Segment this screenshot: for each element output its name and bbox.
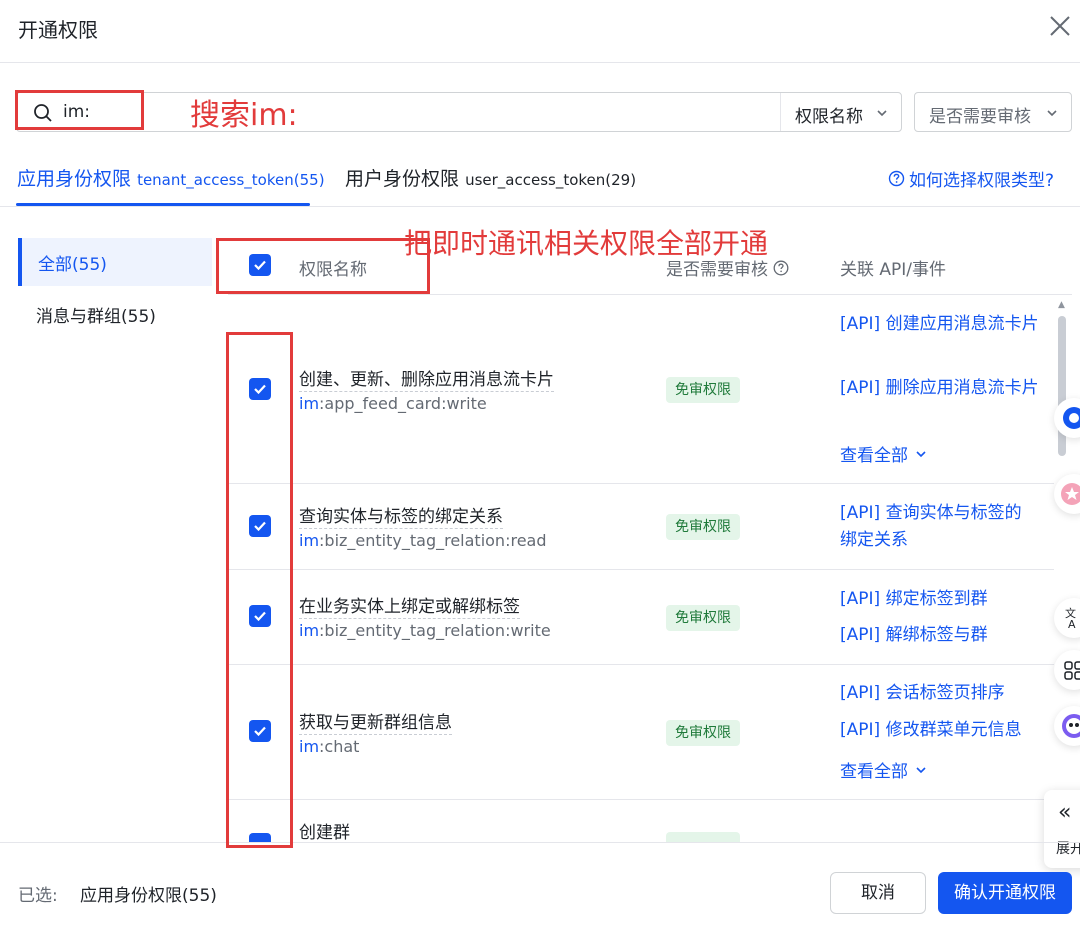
footer-divider bbox=[0, 842, 1080, 843]
scope-rest: :app_feed_card:write bbox=[319, 394, 487, 413]
selected-label: 已选: bbox=[18, 886, 58, 906]
permission-name: 获取与更新群组信息 bbox=[299, 708, 452, 735]
no-review-badge: 免审权限 bbox=[666, 514, 740, 540]
tab-user-permissions[interactable]: 用户身份权限 user_access_token(29) bbox=[345, 164, 636, 191]
chevron-down-icon bbox=[1047, 110, 1057, 117]
help-link[interactable]: 如何选择权限类型? bbox=[888, 166, 1054, 191]
row-divider bbox=[228, 483, 1054, 484]
expand-label: 展开 bbox=[1056, 841, 1080, 857]
search-annotation: 搜索im: bbox=[190, 98, 298, 133]
search-highlight-box bbox=[15, 90, 144, 130]
tab-token: tenant_access_token(55) bbox=[137, 171, 325, 189]
search-input[interactable]: im: 权限名称 bbox=[16, 92, 902, 132]
selected-value: 应用身份权限(55) bbox=[80, 886, 217, 906]
tab-tenant-permissions[interactable]: 应用身份权限 tenant_access_token(55) bbox=[17, 164, 325, 191]
checkbox-column-highlight-box bbox=[226, 332, 293, 848]
star-icon bbox=[1061, 483, 1080, 505]
row-divider bbox=[228, 664, 1054, 665]
header-divider bbox=[0, 62, 1080, 63]
expand-side-panel[interactable]: « 展开 bbox=[1044, 790, 1080, 868]
apps-button[interactable] bbox=[1054, 650, 1080, 690]
scope-rest: :chat bbox=[319, 737, 360, 756]
tab-label: 应用身份权限 bbox=[17, 168, 132, 190]
permission-name: 创建、更新、删除应用消息流卡片 bbox=[299, 365, 554, 392]
row-divider bbox=[228, 799, 1054, 800]
scope-rest: :biz_entity_tag_relation:read bbox=[319, 531, 547, 550]
confirm-enable-button[interactable]: 确认开通权限 bbox=[938, 872, 1072, 914]
no-review-badge: 免审权限 bbox=[666, 720, 740, 746]
chevron-down-icon bbox=[916, 450, 926, 457]
scroll-up-arrow[interactable]: ▲ bbox=[1058, 300, 1065, 310]
dialog-title: 开通权限 bbox=[18, 18, 98, 42]
permission-name: 查询实体与标签的绑定关系 bbox=[299, 502, 503, 529]
scope-prefix: im bbox=[299, 737, 320, 756]
select-all-highlight-box bbox=[216, 238, 430, 294]
header-api: 关联 API/事件 bbox=[840, 260, 947, 280]
permission-scope: im:biz_entity_tag_relation:read bbox=[299, 531, 547, 550]
tab-token: user_access_token(29) bbox=[465, 171, 637, 189]
view-all-label: 查看全部 bbox=[840, 762, 908, 782]
translate-button[interactable]: 文A bbox=[1054, 598, 1080, 638]
cancel-button[interactable]: 取消 bbox=[830, 872, 926, 914]
no-review-badge: 免审权限 bbox=[666, 377, 740, 403]
close-icon[interactable] bbox=[1046, 12, 1074, 40]
api-link[interactable]: [API] 删除应用消息流卡片 bbox=[840, 375, 1040, 402]
scope-prefix: im bbox=[299, 531, 320, 550]
view-all-label: 查看全部 bbox=[840, 446, 908, 466]
view-all-link[interactable]: 查看全部 bbox=[840, 441, 928, 466]
category-label: 全部(55) bbox=[38, 255, 107, 275]
feature-button[interactable] bbox=[1054, 474, 1080, 514]
help-icon[interactable] bbox=[773, 260, 789, 276]
permission-scope: im:chat bbox=[299, 737, 359, 756]
header-divider bbox=[228, 294, 1072, 295]
chat-icon bbox=[1063, 407, 1080, 429]
review-filter-dropdown[interactable]: 是否需要审核 bbox=[914, 92, 1072, 132]
no-review-badge: 免审权限 bbox=[666, 605, 740, 631]
api-link[interactable]: [API] 绑定标签到群 bbox=[840, 586, 1040, 613]
svg-text:A: A bbox=[1068, 618, 1076, 631]
permission-scope: im:app_feed_card:write bbox=[299, 394, 487, 413]
category-all[interactable]: 全部(55) bbox=[18, 238, 212, 286]
name-filter-label: 权限名称 bbox=[795, 107, 863, 127]
permission-scope: im:biz_entity_tag_relation:write bbox=[299, 621, 551, 640]
double-chevron-left-icon: « bbox=[1058, 800, 1072, 825]
bot-icon bbox=[1062, 714, 1080, 738]
tabs-divider bbox=[0, 206, 1080, 207]
help-icon bbox=[888, 170, 905, 187]
category-messages-groups[interactable]: 消息与群组(55) bbox=[36, 302, 156, 327]
help-link-label: 如何选择权限类型? bbox=[909, 171, 1055, 191]
tab-label: 用户身份权限 bbox=[345, 168, 460, 190]
api-link[interactable]: [API] 查询实体与标签的绑定关系 bbox=[840, 500, 1030, 554]
grid-icon bbox=[1064, 661, 1080, 680]
search-divider bbox=[780, 93, 781, 131]
row-divider bbox=[228, 569, 1054, 570]
translate-icon: 文A bbox=[1065, 606, 1076, 631]
assistant-button[interactable] bbox=[1054, 398, 1080, 438]
review-filter-label: 是否需要审核 bbox=[929, 107, 1031, 127]
api-link[interactable]: [API] 解绑标签与群 bbox=[840, 622, 1040, 649]
enable-all-annotation: 把即时通讯相关权限全部开通 bbox=[404, 227, 769, 260]
scope-prefix: im bbox=[299, 621, 320, 640]
api-link[interactable]: [API] 会话标签页排序 bbox=[840, 680, 1040, 707]
scope-rest: :biz_entity_tag_relation:write bbox=[319, 621, 551, 640]
scope-prefix: im bbox=[299, 394, 320, 413]
api-link[interactable]: [API] 修改群菜单元信息 bbox=[840, 717, 1040, 744]
permission-name: 在业务实体上绑定或解绑标签 bbox=[299, 592, 520, 619]
chevron-down-icon bbox=[877, 110, 887, 117]
permission-name: 创建群 bbox=[299, 823, 350, 843]
bot-button[interactable] bbox=[1054, 706, 1080, 746]
no-review-badge bbox=[666, 832, 740, 842]
chevron-down-icon bbox=[916, 766, 926, 773]
view-all-link[interactable]: 查看全部 bbox=[840, 757, 928, 782]
api-link[interactable]: [API] 创建应用消息流卡片 bbox=[840, 311, 1040, 338]
